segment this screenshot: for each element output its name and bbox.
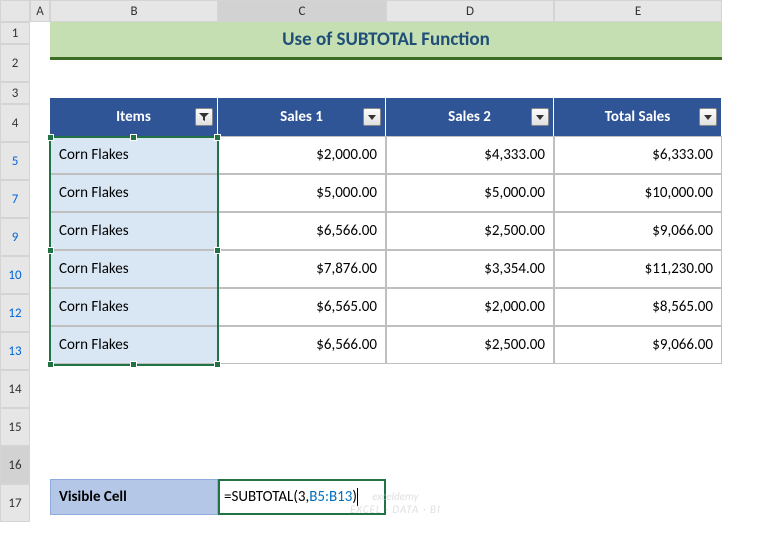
row-header-14[interactable]: 14 [0,370,30,408]
row-header-12[interactable]: 12 [0,294,30,332]
col-header-d[interactable]: D [386,0,554,22]
header-sales1-label: Sales 1 [280,108,323,126]
cell-sales1[interactable]: $5,000.00 [218,174,386,212]
table-row: Corn Flakes$6,565.00$2,000.00$8,565.00 [50,288,722,326]
row-header-1[interactable]: 1 [0,22,30,44]
dropdown-icon[interactable] [531,108,549,126]
cell-sales2[interactable]: $2,000.00 [386,288,554,326]
dropdown-icon[interactable] [363,108,381,126]
table-header-row: Items Sales 1 Sales 2 Total Sales [50,98,722,136]
col-header-c[interactable]: C [218,0,386,22]
cell-sales2[interactable]: $3,354.00 [386,250,554,288]
row-header-13[interactable]: 13 [0,332,30,370]
cell-total[interactable]: $6,333.00 [554,136,722,174]
row-header-7[interactable]: 7 [0,180,30,218]
visible-cell-row: Visible Cell =SUBTOTAL(3,B5:B13) [50,479,386,515]
row-header-16[interactable]: 16 [0,446,30,484]
formula-range-ref: B5:B13 [309,488,352,506]
page-title: Use of SUBTOTAL Function [50,22,722,60]
col-header-b[interactable]: B [50,0,218,22]
row-header-3[interactable]: 3 [0,82,30,104]
cell-item[interactable]: Corn Flakes [50,288,218,326]
col-header-a[interactable]: A [30,0,50,22]
column-headers: A B C D E [0,0,722,22]
data-table: Items Sales 1 Sales 2 Total Sales [50,98,722,364]
row-header-2[interactable]: 2 [0,44,30,82]
header-sales1[interactable]: Sales 1 [218,98,386,136]
cell-total[interactable]: $11,230.00 [554,250,722,288]
table-row: Corn Flakes$2,000.00$4,333.00$6,333.00 [50,136,722,174]
row-header-5[interactable]: 5 [0,142,30,180]
table-row: Corn Flakes$6,566.00$2,500.00$9,066.00 [50,326,722,364]
cell-total[interactable]: $10,000.00 [554,174,722,212]
cell-item[interactable]: Corn Flakes [50,174,218,212]
header-total-label: Total Sales [605,108,670,126]
cell-item[interactable]: Corn Flakes [50,250,218,288]
cell-item[interactable]: Corn Flakes [50,326,218,364]
cell-sales2[interactable]: $2,500.00 [386,326,554,364]
dropdown-icon[interactable] [699,108,717,126]
cell-sales1[interactable]: $6,566.00 [218,326,386,364]
table-row: Corn Flakes$7,876.00$3,354.00$11,230.00 [50,250,722,288]
cell-sales1[interactable]: $6,565.00 [218,288,386,326]
row-header-4[interactable]: 4 [0,104,30,142]
table-row: Corn Flakes$5,000.00$5,000.00$10,000.00 [50,174,722,212]
select-all-corner[interactable] [0,0,30,22]
header-sales2-label: Sales 2 [448,108,491,126]
text-cursor-icon [357,488,358,506]
cell-total[interactable]: $8,565.00 [554,288,722,326]
header-sales2[interactable]: Sales 2 [386,98,554,136]
row-header-15[interactable]: 15 [0,408,30,446]
cell-item[interactable]: Corn Flakes [50,136,218,174]
table-row: Corn Flakes$6,566.00$2,500.00$9,066.00 [50,212,722,250]
cell-total[interactable]: $9,066.00 [554,326,722,364]
formula-input-cell[interactable]: =SUBTOTAL(3,B5:B13) [218,479,386,515]
row-headers: 123457910121314151617 [0,22,30,522]
cell-total[interactable]: $9,066.00 [554,212,722,250]
cell-sales1[interactable]: $2,000.00 [218,136,386,174]
cell-sales2[interactable]: $5,000.00 [386,174,554,212]
formula-text-pre: =SUBTOTAL(3, [224,488,309,506]
filter-icon[interactable] [195,108,213,126]
cell-sales1[interactable]: $6,566.00 [218,212,386,250]
header-items-label: Items [116,108,151,126]
row-header-10[interactable]: 10 [0,256,30,294]
visible-cell-label: Visible Cell [50,479,218,515]
row-header-17[interactable]: 17 [0,484,30,522]
cell-sales2[interactable]: $2,500.00 [386,212,554,250]
cell-sales2[interactable]: $4,333.00 [386,136,554,174]
cell-sales1[interactable]: $7,876.00 [218,250,386,288]
header-total[interactable]: Total Sales [554,98,722,136]
cell-item[interactable]: Corn Flakes [50,212,218,250]
col-header-e[interactable]: E [554,0,722,22]
header-items[interactable]: Items [50,98,218,136]
row-header-9[interactable]: 9 [0,218,30,256]
